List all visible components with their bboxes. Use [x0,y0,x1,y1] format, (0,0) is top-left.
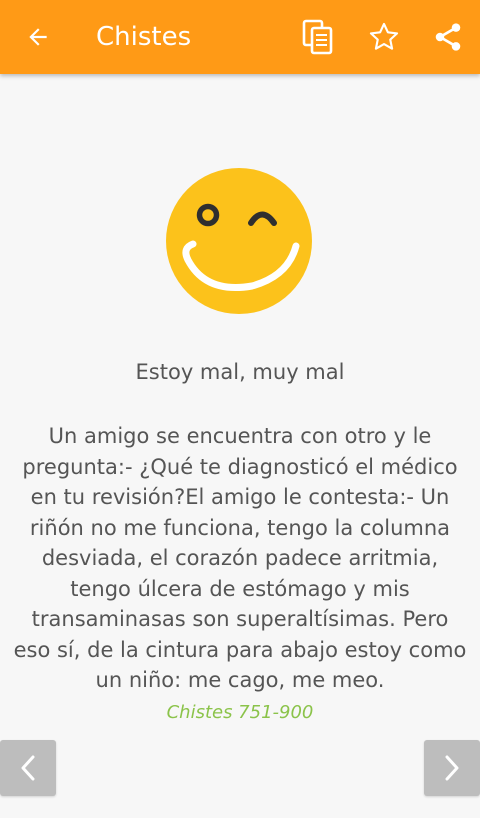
copy-icon [302,19,333,55]
winking-smiley-icon [166,168,312,314]
share-icon [435,23,461,51]
joke-title: Estoy mal, muy mal [135,360,345,384]
favorite-button[interactable] [364,17,404,57]
joke-text: Un amigo se encuentra con otro y le preg… [13,424,467,692]
copy-button[interactable] [298,17,338,57]
next-joke-button[interactable] [424,740,480,796]
chevron-right-icon [445,755,459,781]
star-outline-icon [369,22,399,50]
arrow-left-icon [29,28,47,46]
joke-source-link[interactable]: Chistes 751-900 [0,701,480,725]
share-button[interactable] [428,17,468,57]
app-bar: Chistes [0,0,480,74]
chevron-left-icon [21,755,35,781]
previous-joke-button[interactable] [0,740,56,796]
back-button[interactable] [18,17,58,57]
app-title: Chistes [96,22,192,52]
